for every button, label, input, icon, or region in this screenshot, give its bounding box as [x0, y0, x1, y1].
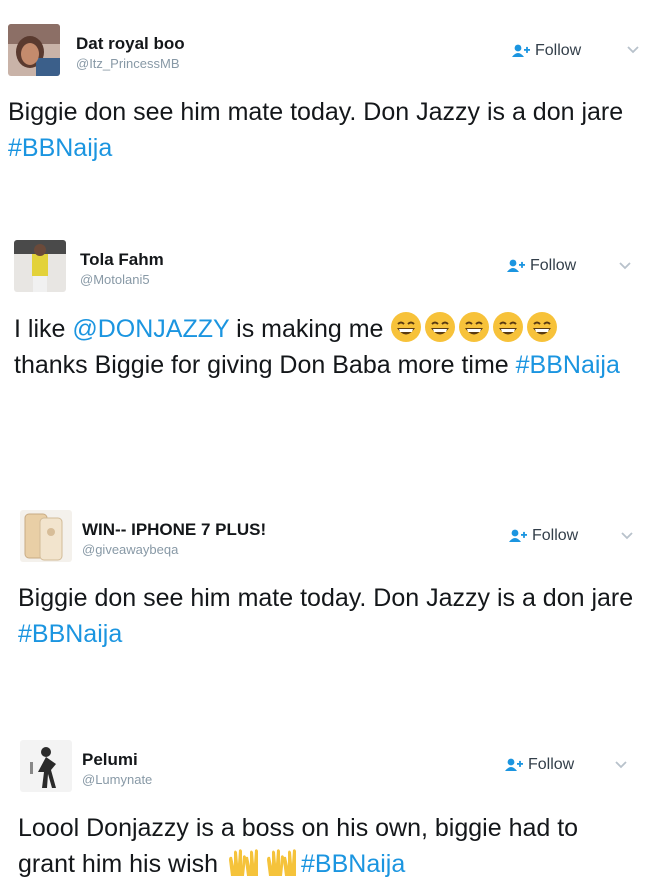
chevron-down-icon[interactable]: [626, 45, 640, 55]
hashtag-link[interactable]: #BBNaija: [301, 850, 405, 878]
hashtag-link[interactable]: #BBNaija: [8, 134, 112, 162]
tweet-text: Loool Donjazzy is a boss on his own, big…: [18, 810, 618, 882]
tweet-text: Biggie don see him mate today. Don Jazzy…: [8, 94, 638, 166]
avatar[interactable]: [20, 510, 72, 562]
follow-button[interactable]: Follow: [509, 521, 578, 551]
follow-user-icon: [512, 44, 530, 57]
user-name[interactable]: Tola Fahm: [80, 250, 164, 270]
grinning-face-emoji-icon: [391, 312, 422, 342]
follow-label: Follow: [530, 257, 577, 274]
user-handle[interactable]: @Motolani5: [80, 272, 150, 287]
tweet-body: Biggie don see him mate today. Don Jazzy…: [8, 98, 624, 126]
tweet-body: is making me: [229, 315, 391, 343]
mention-link[interactable]: @DONJAZZY: [72, 315, 229, 343]
follow-label: Follow: [535, 42, 582, 59]
user-handle[interactable]: @giveawaybeqa: [82, 542, 178, 557]
grinning-face-emoji-icon: [425, 312, 456, 342]
follow-label: Follow: [532, 527, 579, 544]
user-name[interactable]: Pelumi: [82, 750, 138, 770]
follow-user-icon: [509, 529, 527, 542]
user-name[interactable]: Dat royal boo: [76, 34, 185, 54]
follow-button[interactable]: Follow: [507, 251, 576, 281]
tweet-text: Biggie don see him mate today. Don Jazzy…: [18, 580, 638, 652]
tweet-card: Tola Fahm @Motolani5 Follow I like @DONJ…: [0, 200, 650, 450]
follow-button[interactable]: Follow: [505, 750, 574, 780]
grinning-face-emoji-icon: [459, 312, 490, 342]
avatar[interactable]: [14, 240, 66, 292]
tweet-body: I like: [14, 315, 73, 343]
tweet-card: Pelumi @Lumynate Follow Loool Donjazzy i…: [0, 710, 650, 893]
avatar[interactable]: [20, 740, 72, 792]
user-handle[interactable]: @Itz_PrincessMB: [76, 56, 180, 71]
avatar[interactable]: [8, 24, 60, 76]
follow-user-icon: [507, 259, 525, 272]
raising-hands-emoji-icon: [267, 849, 297, 876]
chevron-down-icon[interactable]: [620, 531, 634, 541]
chevron-down-icon[interactable]: [618, 261, 632, 271]
grinning-face-emoji-icon: [527, 312, 558, 342]
follow-label: Follow: [528, 756, 575, 773]
tweet-body: thanks Biggie for giving Don Baba more t…: [14, 351, 516, 379]
chevron-down-icon[interactable]: [614, 760, 628, 770]
follow-button[interactable]: Follow: [512, 36, 581, 66]
raising-hands-emoji-icon: [229, 849, 259, 876]
hashtag-link[interactable]: #BBNaija: [18, 620, 122, 648]
tweet-text: I like @DONJAZZY is making me thanks Big…: [14, 311, 624, 383]
tweet-card: Dat royal boo @Itz_PrincessMB Follow Big…: [0, 0, 650, 190]
follow-user-icon: [505, 758, 523, 771]
tweet-card: WIN-- IPHONE 7 PLUS! @giveawaybeqa Follo…: [0, 480, 650, 670]
user-handle[interactable]: @Lumynate: [82, 772, 152, 787]
hashtag-link[interactable]: #BBNaija: [516, 351, 620, 379]
tweet-body: Biggie don see him mate today. Don Jazzy…: [18, 584, 634, 612]
user-name[interactable]: WIN-- IPHONE 7 PLUS!: [82, 520, 266, 540]
grinning-face-emoji-icon: [493, 312, 524, 342]
